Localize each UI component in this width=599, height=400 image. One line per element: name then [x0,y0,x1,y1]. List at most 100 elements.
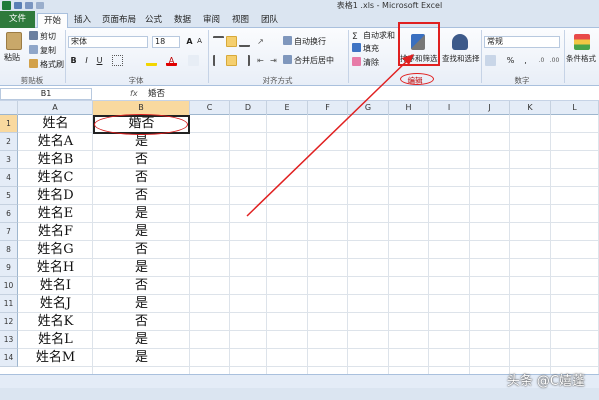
cell-married[interactable]: 是 [93,259,190,277]
align-bottom-icon[interactable] [239,36,250,47]
cell-married[interactable]: 是 [93,295,190,313]
align-top-icon[interactable] [213,36,224,47]
cell-married[interactable]: 否 [93,241,190,259]
find-select-button[interactable]: 查找和选择 [442,53,480,64]
cell-name[interactable]: 姓名K [18,313,93,331]
cell-name[interactable]: 姓名G [18,241,93,259]
select-all-corner[interactable] [0,101,18,115]
cell-married[interactable]: 是 [93,133,190,151]
tab-insert[interactable]: 插入 [68,13,97,27]
binoculars-icon[interactable] [452,34,468,50]
tab-page-layout[interactable]: 页面布局 [96,13,142,27]
column-header[interactable]: A [18,101,93,115]
row-header[interactable]: 14 [0,349,18,367]
align-center-icon[interactable] [226,55,237,66]
paste-icon[interactable] [6,32,22,50]
column-header[interactable]: H [389,101,429,115]
row-header[interactable]: 11 [0,295,18,313]
cell-married[interactable]: 否 [93,313,190,331]
row-header[interactable]: 7 [0,223,18,241]
decrease-decimal-icon[interactable]: .00 [549,55,560,66]
wrap-text-button[interactable]: 自动换行 [283,36,326,47]
column-header[interactable]: G [348,101,389,115]
column-header[interactable]: B [93,101,190,115]
row-header[interactable]: 6 [0,205,18,223]
conditional-formatting-icon[interactable] [574,34,590,50]
tab-home[interactable]: 开始 [37,13,69,28]
font-color-button[interactable]: A [166,55,177,66]
cell-name[interactable]: 姓名B [18,151,93,169]
cell-married[interactable]: 否 [93,277,190,295]
increase-decimal-icon[interactable]: .0 [536,55,547,66]
cell-name[interactable]: 姓名M [18,349,93,367]
align-right-icon[interactable] [239,55,250,66]
cell-name[interactable]: 姓名 [18,115,93,133]
cell-married[interactable]: 是 [93,349,190,367]
column-header[interactable]: E [267,101,308,115]
currency-icon[interactable] [485,55,496,66]
phonetic-icon[interactable] [188,55,199,66]
tab-formulas[interactable]: 公式 [139,13,168,27]
cell-married[interactable]: 否 [93,187,190,205]
column-header[interactable]: K [510,101,551,115]
clear-button[interactable]: 清除 [352,57,379,68]
number-format-select[interactable]: 常规 [484,36,560,48]
autosum-button[interactable]: Σ 自动求和 [352,30,395,42]
cell-married[interactable]: 是 [93,331,190,349]
row-header[interactable]: 4 [0,169,18,187]
decrease-indent-icon[interactable]: ⇤ [255,55,266,66]
cell-name[interactable]: 姓名F [18,223,93,241]
increase-indent-icon[interactable]: ⇥ [268,55,279,66]
column-header[interactable]: C [190,101,230,115]
tab-file[interactable]: 文件 [0,11,35,28]
row-header[interactable]: 8 [0,241,18,259]
cell-name[interactable]: 姓名L [18,331,93,349]
cell-name[interactable]: 姓名A [18,133,93,151]
cell-married[interactable]: 是 [93,223,190,241]
cell-name[interactable]: 姓名I [18,277,93,295]
font-size-select[interactable]: 18 [152,36,180,48]
worksheet-grid[interactable]: A B C D E F G H I J K L 1 姓名 婚否 2 姓名A 是 3 姓名B 否 4… [0,101,599,374]
shrink-font-icon[interactable]: A [194,36,205,47]
align-left-icon[interactable] [213,55,224,66]
cell-name[interactable]: 姓名J [18,295,93,313]
cell-name[interactable]: 姓名H [18,259,93,277]
italic-button[interactable]: I [81,55,92,66]
tab-view[interactable]: 视图 [226,13,255,27]
format-painter-button[interactable]: 格式刷 [29,59,64,70]
name-box[interactable]: B1 [0,88,92,100]
column-header[interactable]: D [230,101,267,115]
tab-team[interactable]: 团队 [255,13,284,27]
fill-color-icon[interactable] [146,55,157,66]
cell-married[interactable]: 否 [93,151,190,169]
cell-name[interactable]: 姓名E [18,205,93,223]
tab-data[interactable]: 数据 [168,13,197,27]
row-header[interactable]: 10 [0,277,18,295]
column-header[interactable]: I [429,101,470,115]
cut-button[interactable]: 剪切 [29,31,56,42]
row-header[interactable]: 9 [0,259,18,277]
row-header[interactable]: 12 [0,313,18,331]
underline-button[interactable]: U [94,55,105,66]
row-header[interactable]: 1 [0,115,18,133]
merge-center-button[interactable]: 合并后居中 [283,55,334,66]
fill-button[interactable]: 填充 [352,43,379,54]
cell-name[interactable]: 姓名C [18,169,93,187]
percent-button[interactable]: % [505,55,516,66]
copy-button[interactable]: 复制 [29,45,56,56]
cell-name[interactable]: 姓名D [18,187,93,205]
row-header[interactable]: 5 [0,187,18,205]
paste-label[interactable]: 粘贴 [4,52,20,63]
orientation-icon[interactable]: ↗ [255,36,266,47]
borders-icon[interactable] [112,55,123,66]
font-name-select[interactable]: 宋体 [68,36,148,48]
insert-function-button[interactable]: fx [130,88,138,100]
row-header[interactable]: 3 [0,151,18,169]
row-header[interactable]: 2 [0,133,18,151]
formula-input[interactable]: 婚否 [148,88,165,100]
column-header[interactable]: L [551,101,599,115]
bold-button[interactable]: B [68,55,79,66]
cell-married[interactable]: 是 [93,205,190,223]
comma-button[interactable]: , [520,55,531,66]
column-header[interactable]: J [470,101,510,115]
